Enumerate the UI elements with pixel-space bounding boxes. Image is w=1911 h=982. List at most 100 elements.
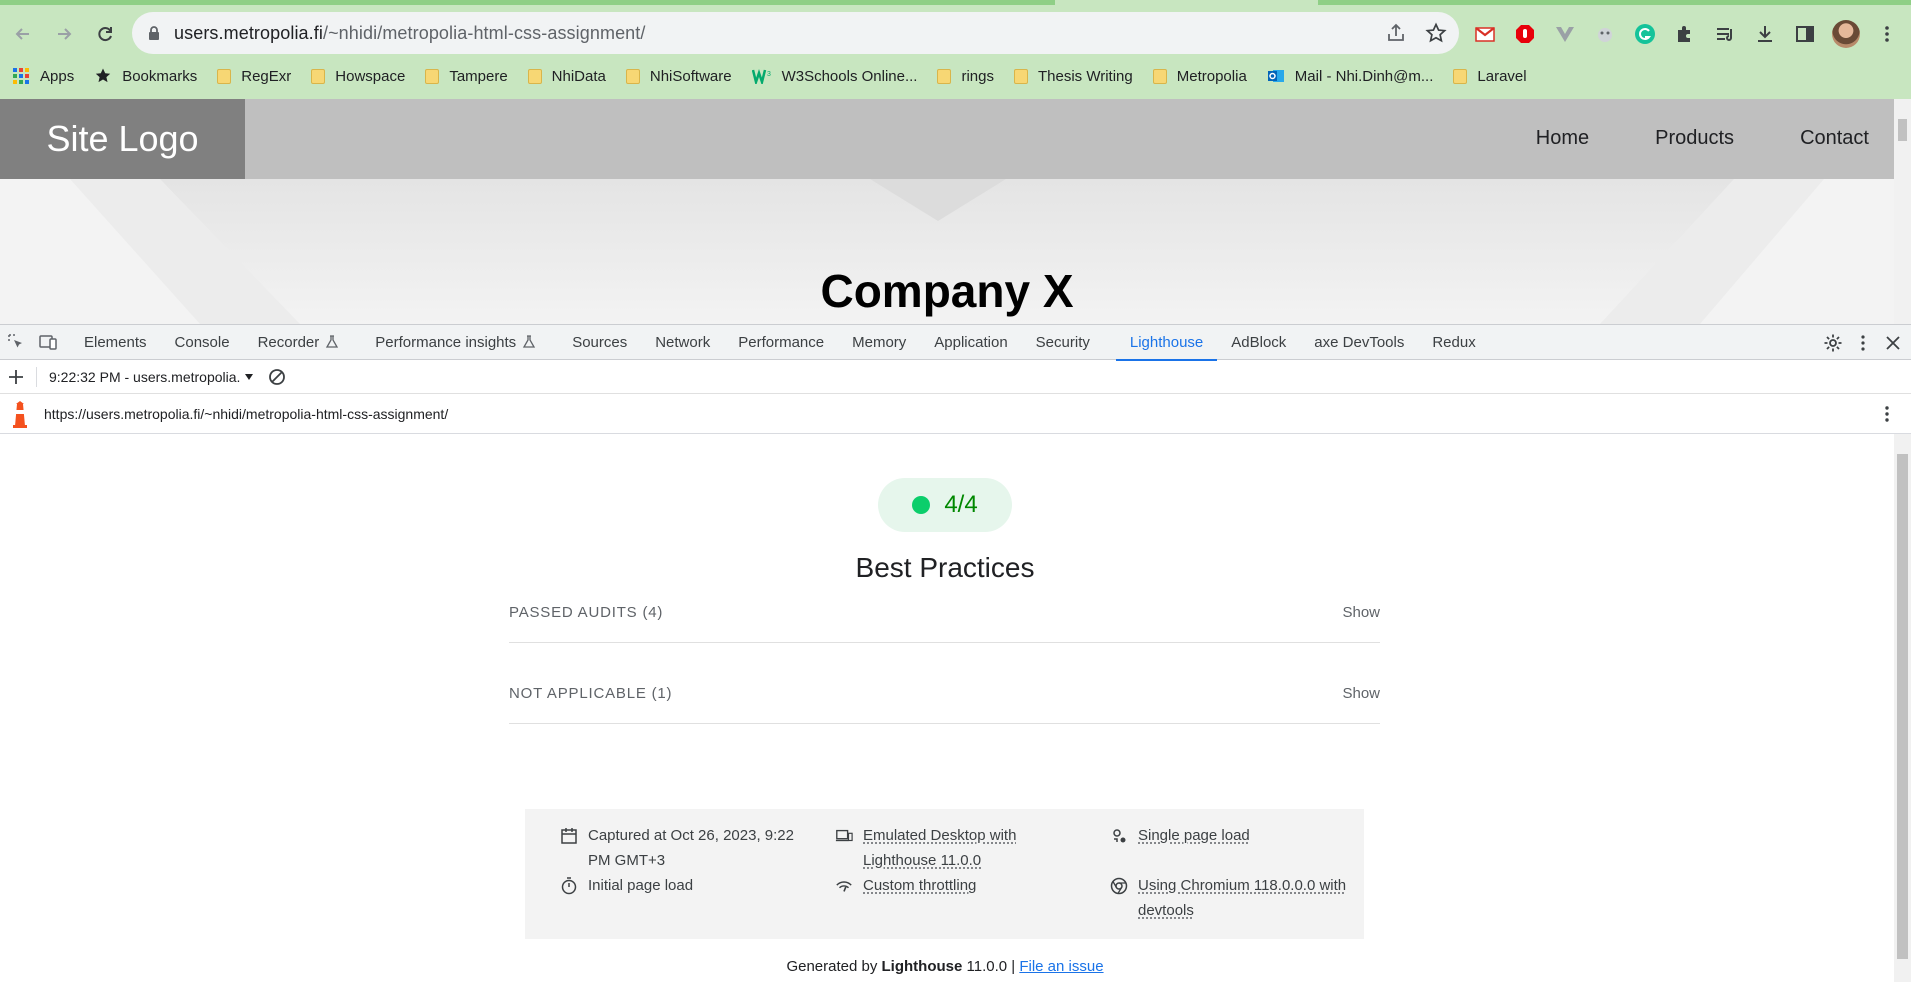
browser-chrome: users.metropolia.fi/~nhidi/metropolia-ht… <box>0 0 1911 99</box>
env-captured-line1: Captured at Oct 26, 2023, 9:22 <box>588 827 794 844</box>
nav-link-contact[interactable]: Contact <box>1800 127 1869 150</box>
reload-icon <box>98 26 112 41</box>
audit-group-title: PASSED AUDITS (4) <box>509 604 663 621</box>
env-single-page[interactable]: Single page load <box>1110 823 1250 848</box>
devtools-more-icon[interactable] <box>1853 333 1873 353</box>
address-bar[interactable]: users.metropolia.fi/~nhidi/metropolia-ht… <box>132 12 1459 54</box>
url-text: users.metropolia.fi/~nhidi/metropolia-ht… <box>174 23 646 44</box>
tab-security[interactable]: Security <box>1022 325 1104 360</box>
bookmark-laravel[interactable]: Laravel <box>1453 67 1527 85</box>
dropdown-arrow-icon[interactable] <box>244 372 254 382</box>
env-chromium[interactable]: Using Chromium 118.0.0.0 with devtools <box>1110 873 1346 923</box>
bookmark-label: Laravel <box>1477 67 1527 85</box>
experiment-flask-icon <box>523 335 536 348</box>
report-scrollbar[interactable] <box>1894 434 1911 982</box>
bookmark-label: Apps <box>40 67 75 85</box>
adblock-icon[interactable] <box>1512 21 1538 47</box>
tab-axe-devtools[interactable]: axe DevTools <box>1300 325 1418 360</box>
tab-application[interactable]: Application <box>920 325 1021 360</box>
show-toggle[interactable]: Show <box>1342 604 1380 621</box>
run-environment-summary: Captured at Oct 26, 2023, 9:22 PM GMT+3 I… <box>525 809 1364 939</box>
browser-menu-icon[interactable] <box>1874 21 1900 47</box>
toolbar-divider <box>36 366 37 387</box>
devtools-panel: Elements Console Recorder Performance in… <box>0 324 1911 982</box>
tab-adblock[interactable]: AdBlock <box>1217 325 1300 360</box>
audit-group-count: (1) <box>651 685 673 702</box>
grammarly-icon[interactable] <box>1632 21 1658 47</box>
chromium-icon <box>1110 877 1128 895</box>
bookmark-label: Bookmarks <box>122 67 198 85</box>
tab-network[interactable]: Network <box>641 325 724 360</box>
device-toolbar-icon[interactable] <box>32 325 64 360</box>
share-icon[interactable] <box>1385 22 1407 44</box>
report-scrollbar-thumb[interactable] <box>1897 454 1908 959</box>
audit-group-passed[interactable]: PASSED AUDITS (4) Show <box>509 583 1380 643</box>
bookmark-mail[interactable]: Mail - Nhi.Dinh@m... <box>1267 67 1433 85</box>
settings-gear-icon[interactable] <box>1823 333 1843 353</box>
bookmark-metropolia[interactable]: Metropolia <box>1152 68 1247 85</box>
env-captured: Captured at Oct 26, 2023, 9:22 PM GMT+3 <box>560 823 794 873</box>
bookmark-tampere[interactable]: Tampere <box>425 68 508 85</box>
bookmark-regexr[interactable]: RegExr <box>217 68 291 85</box>
page-scrollbar[interactable] <box>1894 99 1911 324</box>
tab-sources[interactable]: Sources <box>558 325 641 360</box>
gmail-icon[interactable] <box>1472 21 1498 47</box>
bookmark-howspace[interactable]: Howspace <box>311 68 405 85</box>
report-menu-icon[interactable] <box>1877 404 1897 424</box>
env-emulated[interactable]: Emulated Desktop with Lighthouse 11.0.0 <box>835 823 1016 873</box>
tab-performance-insights[interactable]: Performance insights <box>361 325 550 360</box>
clear-icon[interactable] <box>268 368 286 386</box>
devices-icon <box>835 829 853 842</box>
tab-console[interactable]: Console <box>161 325 244 360</box>
env-initial-text: Initial page load <box>588 877 694 894</box>
extension-mouse-icon[interactable] <box>1592 21 1618 47</box>
tab-memory[interactable]: Memory <box>838 325 920 360</box>
forward-button[interactable] <box>46 16 82 52</box>
vue-devtools-icon[interactable] <box>1552 21 1578 47</box>
bookmark-nhisoftware[interactable]: NhiSoftware <box>625 68 732 85</box>
apps-grid-icon <box>13 68 29 84</box>
bookmark-label: RegExr <box>241 67 292 85</box>
bookmark-rings[interactable]: rings <box>937 68 994 85</box>
star-icon <box>96 68 111 83</box>
calendar-icon <box>561 828 577 844</box>
bookmarks-bar: Apps Bookmarks RegExr Howspace Tampere N… <box>12 63 1547 89</box>
tab-recorder[interactable]: Recorder <box>244 325 354 360</box>
tab-lighthouse[interactable]: Lighthouse <box>1115 325 1218 361</box>
download-icon[interactable] <box>1752 21 1778 47</box>
reading-list-icon[interactable] <box>1712 21 1738 47</box>
reload-button[interactable] <box>87 16 123 52</box>
inspect-element-icon[interactable] <box>0 325 32 360</box>
nav-link-home[interactable]: Home <box>1536 127 1589 150</box>
report-select[interactable]: 9:22:32 PM - users.metropolia. <box>49 369 240 385</box>
tab-redux[interactable]: Redux <box>1418 325 1489 360</box>
tab-elements[interactable]: Elements <box>70 325 161 360</box>
nav-link-products[interactable]: Products <box>1655 127 1734 150</box>
tab-strip-accent <box>0 0 1055 5</box>
page-scrollbar-thumb[interactable] <box>1898 119 1907 141</box>
show-toggle[interactable]: Show <box>1342 685 1380 702</box>
footer-version: 11.0.0 | <box>966 958 1016 975</box>
extensions-puzzle-icon[interactable] <box>1672 21 1698 47</box>
bookmark-apps[interactable]: Apps <box>12 67 74 85</box>
lock-icon <box>149 26 159 40</box>
bookmark-nhidata[interactable]: NhiData <box>527 68 606 85</box>
report-url: https://users.metropolia.fi/~nhidi/metro… <box>44 405 449 422</box>
env-single-text: Single page load <box>1138 827 1250 844</box>
site-logo[interactable]: Site Logo <box>0 99 245 179</box>
folder-icon <box>1014 68 1028 84</box>
side-panel-icon[interactable] <box>1792 21 1818 47</box>
bookmark-thesis-writing[interactable]: Thesis Writing <box>1014 68 1133 85</box>
tab-performance[interactable]: Performance <box>724 325 838 360</box>
bookmark-w3schools[interactable]: 3 W3Schools Online... <box>751 68 917 85</box>
profile-avatar[interactable] <box>1832 20 1860 48</box>
env-throttling[interactable]: Custom throttling <box>835 873 976 898</box>
bookmark-star-icon[interactable] <box>1425 22 1447 44</box>
audit-group-not-applicable[interactable]: NOT APPLICABLE (1) Show <box>509 664 1380 724</box>
back-button[interactable] <box>5 16 41 52</box>
bookmark-bookmarks[interactable]: Bookmarks <box>94 67 197 85</box>
file-issue-link[interactable]: File an issue <box>1019 958 1103 975</box>
close-icon[interactable] <box>1883 333 1903 353</box>
lighthouse-report: 4/4 Best Practices PASSED AUDITS (4) Sho… <box>0 434 1911 982</box>
plus-icon[interactable] <box>8 369 24 385</box>
